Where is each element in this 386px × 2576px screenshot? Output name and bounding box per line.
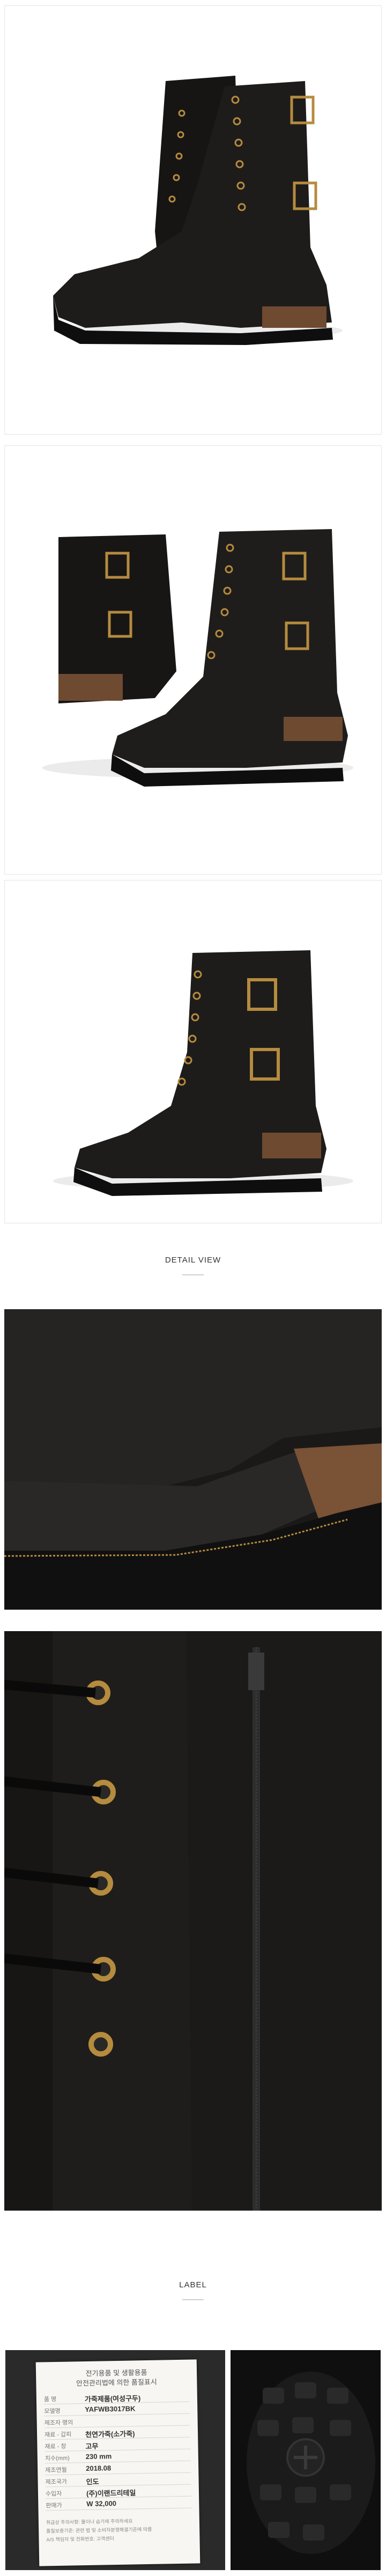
care-label-value: 고무 bbox=[85, 2442, 99, 2451]
detail-view-title: DETAIL VIEW bbox=[165, 1256, 221, 1265]
care-label-header-line2: 안전관리법에 의한 품질표시 bbox=[76, 2377, 157, 2388]
label-title: LABEL bbox=[179, 2280, 207, 2289]
care-label-key: 제조자 명의 bbox=[44, 2419, 73, 2427]
care-label-key: 제조연월 bbox=[45, 2467, 67, 2474]
sole-tread-image bbox=[231, 2350, 381, 2570]
care-label-key: 제조국가 bbox=[45, 2478, 68, 2486]
care-label-value: 천연가죽(소가죽) bbox=[85, 2430, 135, 2439]
care-label-key: 모델명 bbox=[44, 2408, 61, 2415]
care-label-key: 수입자 bbox=[45, 2490, 62, 2498]
detail-view-divider bbox=[182, 1274, 204, 1275]
care-label-note-3: A/S 책임자 및 전화번호: 고객센터 bbox=[46, 2536, 114, 2543]
boot-angle-view-image bbox=[4, 880, 382, 1223]
photo-pair-view-panel bbox=[0, 445, 386, 880]
care-label-sheet: 전기용품 및 생활용품 안전관리법에 의한 품질표시 품 명 가죽제품(여성구두… bbox=[35, 2359, 201, 2566]
care-label-value: 인도 bbox=[86, 2477, 99, 2486]
detail-toe-panel bbox=[0, 1309, 386, 1615]
care-label-value: 230 mm bbox=[85, 2452, 112, 2461]
boot-pair-view-image bbox=[4, 445, 382, 875]
care-label-value: 2018.08 bbox=[86, 2464, 112, 2473]
photo-side-view-panel bbox=[0, 0, 386, 445]
care-label-image: 전기용품 및 생활용품 안전관리법에 의한 품질표시 품 명 가죽제품(여성구두… bbox=[5, 2350, 225, 2570]
care-label-value: W 32,000 bbox=[86, 2499, 117, 2508]
care-label-row: 판매가 W 32,000 bbox=[46, 2497, 192, 2511]
boot-side-view-image bbox=[4, 5, 382, 435]
photo-angle-view-panel: DETAIL VIEW bbox=[0, 880, 386, 1309]
care-label-value: YAFWB3017BK bbox=[85, 2404, 136, 2414]
detail-zipper-panel: LABEL bbox=[0, 1615, 386, 2350]
care-label-key: 재료 - 창 bbox=[44, 2443, 66, 2450]
care-label-key: 재료 - 갑피 bbox=[44, 2431, 72, 2439]
care-label-note-2: 품질보증기준: 관련 법 및 소비자분쟁해결기준에 따름 bbox=[46, 2526, 152, 2534]
care-label-value: (주)이랜드리테일 bbox=[86, 2489, 136, 2498]
care-label-key: 치수(mm) bbox=[44, 2455, 70, 2462]
toe-closeup-image bbox=[4, 1309, 382, 1610]
care-label-value: 가죽제품(여성구두) bbox=[84, 2394, 141, 2404]
care-label-note-1: 취급상 주의사항: 물이나 습기에 주의하세요 bbox=[46, 2518, 133, 2526]
care-label-key: 품 명 bbox=[43, 2396, 57, 2403]
care-label-key: 판매가 bbox=[46, 2502, 62, 2509]
lace-zipper-closeup-image bbox=[4, 1620, 382, 2211]
label-divider bbox=[182, 2299, 204, 2300]
